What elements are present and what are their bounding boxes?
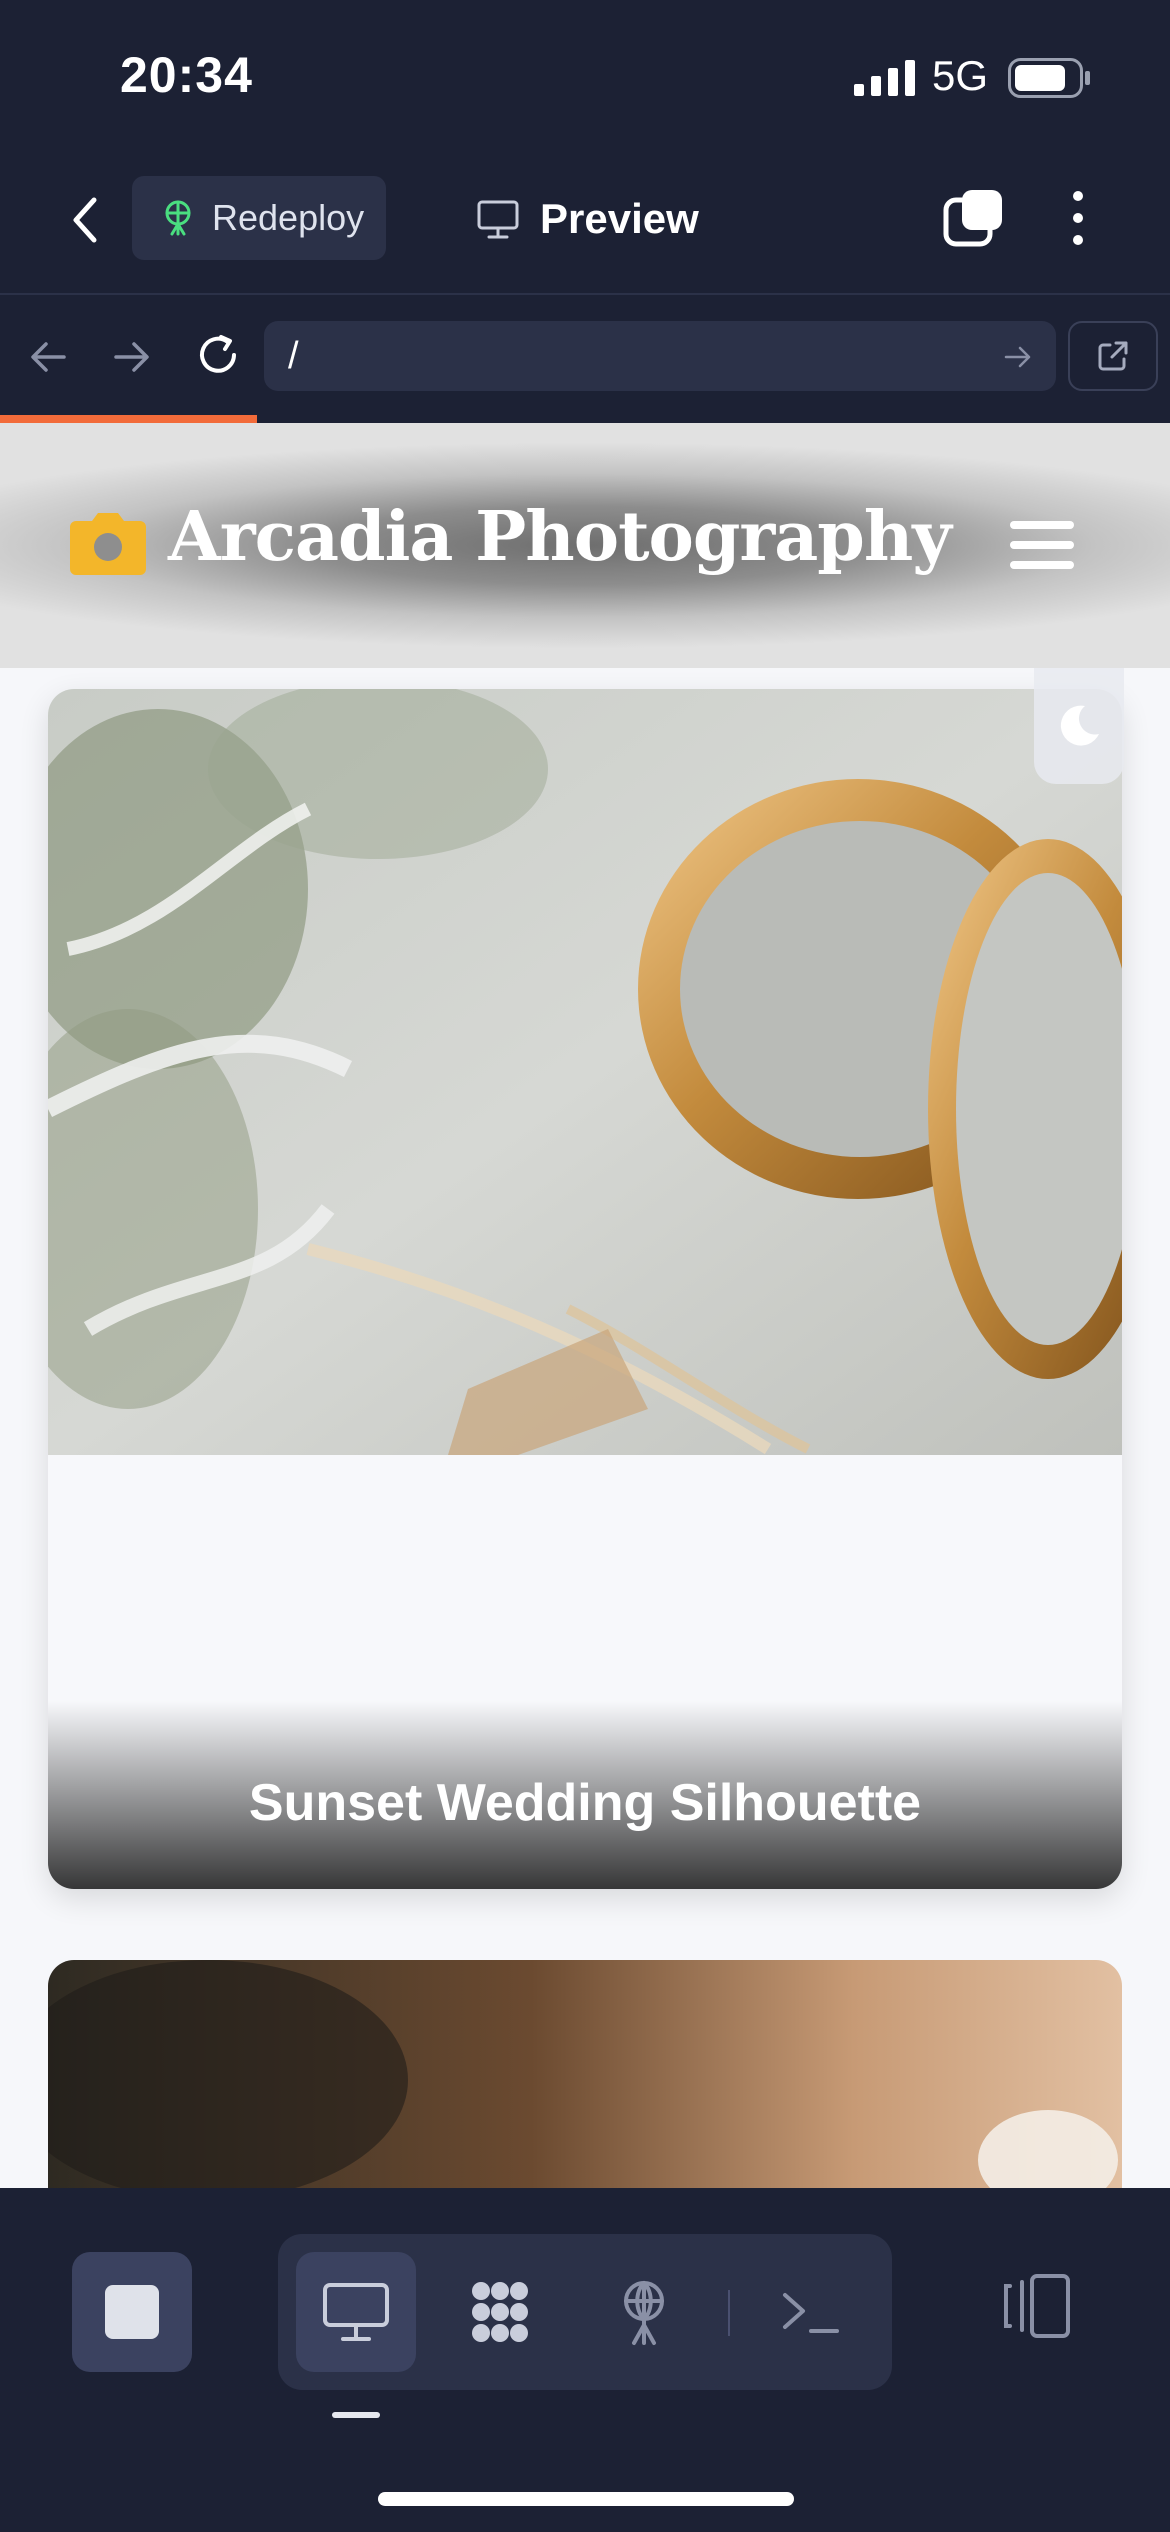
mode-terminal-button[interactable] xyxy=(752,2252,872,2372)
mode-divider xyxy=(728,2290,730,2336)
preview-title: Preview xyxy=(476,194,699,244)
gallery-photo xyxy=(48,689,1122,1455)
bottom-dock xyxy=(0,2188,1170,2532)
url-bar[interactable] xyxy=(264,321,1056,391)
app-toolbar: Redeploy Preview xyxy=(0,150,1170,295)
mode-switcher xyxy=(278,2234,892,2390)
monitor-icon xyxy=(477,200,519,239)
arrow-left-icon[interactable] xyxy=(26,335,70,379)
stop-icon xyxy=(105,2285,159,2339)
chevron-left-icon[interactable] xyxy=(58,190,114,250)
status-bar: 20:34 5G xyxy=(0,0,1170,150)
more-vertical-icon[interactable] xyxy=(1060,186,1096,250)
redeploy-label: Redeploy xyxy=(212,197,365,238)
arrow-right-icon[interactable] xyxy=(1002,341,1034,373)
card-caption: Sunset Wedding Silhouette xyxy=(48,1701,1122,1889)
network-type: 5G xyxy=(932,52,989,99)
mode-canvas-button[interactable] xyxy=(440,2252,560,2372)
external-link-icon xyxy=(1098,341,1128,371)
open-external-button[interactable] xyxy=(1068,321,1158,391)
redeploy-button[interactable]: Redeploy xyxy=(132,176,386,260)
nodes-icon xyxy=(472,2282,528,2342)
monitor-icon xyxy=(323,2283,389,2341)
battery-icon xyxy=(1008,58,1090,98)
antenna-icon xyxy=(165,200,191,236)
browser-nav-bar xyxy=(0,297,1170,415)
moon-icon xyxy=(1060,705,1099,746)
cellular-signal-icon xyxy=(854,60,915,96)
mode-deploy-button[interactable] xyxy=(584,2252,704,2372)
page-load-progress-fill xyxy=(0,415,258,423)
page-load-progress xyxy=(0,415,1170,423)
stop-button[interactable] xyxy=(72,2252,192,2372)
gallery-photo xyxy=(48,1960,1122,2188)
home-indicator xyxy=(378,2492,794,2506)
terminal-icon xyxy=(783,2293,839,2333)
reload-icon[interactable] xyxy=(194,331,242,379)
status-time: 20:34 xyxy=(120,47,253,103)
active-mode-indicator xyxy=(332,2412,380,2418)
site-title[interactable]: Arcadia Photography xyxy=(168,497,952,577)
theme-toggle-button[interactable] xyxy=(1034,668,1124,784)
site-header: Arcadia Photography xyxy=(0,423,1170,668)
gallery-card[interactable] xyxy=(48,1960,1122,2188)
gallery-card[interactable]: Sunset Wedding Silhouette xyxy=(48,689,1122,1889)
mode-preview-button[interactable] xyxy=(296,2252,416,2372)
card-caption-text: Sunset Wedding Silhouette xyxy=(248,1774,922,1832)
preview-label: Preview xyxy=(540,195,699,242)
split-layout-icon[interactable] xyxy=(998,2268,1074,2344)
antenna-icon xyxy=(624,2281,664,2345)
arrow-right-icon[interactable] xyxy=(110,335,154,379)
url-input[interactable] xyxy=(288,321,978,391)
camera-icon xyxy=(70,513,146,575)
hamburger-menu-icon[interactable] xyxy=(1008,515,1076,575)
tabs-icon[interactable] xyxy=(942,186,1006,250)
webview: Arcadia Photography Sunset Wedding Silho… xyxy=(0,423,1170,2188)
